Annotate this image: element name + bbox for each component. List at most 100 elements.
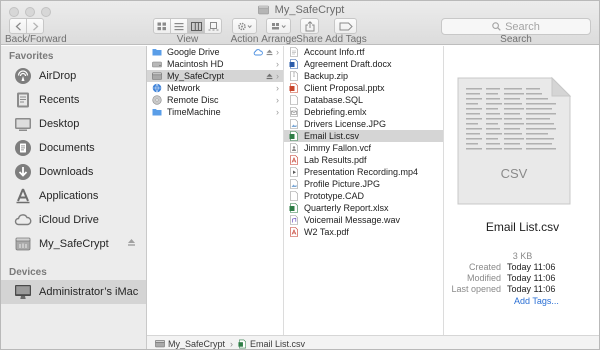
list-item-lab-results[interactable]: Lab Results.pdf xyxy=(284,154,443,166)
sidebar-item-desktop[interactable]: Desktop xyxy=(1,112,146,136)
column-locations: Google Drive › Macintosh HD › My_SafeCry… xyxy=(147,46,284,335)
sidebar-item-downloads[interactable]: Downloads xyxy=(1,160,146,184)
sidebar-item-applications[interactable]: Applications xyxy=(1,184,146,208)
list-item-debriefing[interactable]: Debriefing.emlx xyxy=(284,106,443,118)
downloads-icon xyxy=(13,162,33,182)
list-item-remote-disc[interactable]: Remote Disc › xyxy=(147,94,283,106)
chevron-right-icon: › xyxy=(276,107,279,117)
column-view-button[interactable] xyxy=(187,18,205,34)
list-item-label: Client Proposal.pptx xyxy=(304,83,385,93)
add-tags-label: Add Tags xyxy=(325,34,367,45)
list-item-label: Profile Picture.JPG xyxy=(304,179,381,189)
list-item-label: Prototype.CAD xyxy=(304,191,365,201)
add-tags-link[interactable]: Add Tags... xyxy=(514,296,559,306)
arrange-label: Arrange xyxy=(261,34,297,45)
path-segment-email-list[interactable]: Email List.csv xyxy=(238,339,305,349)
list-item-macintosh-hd[interactable]: Macintosh HD › xyxy=(147,58,283,70)
last-opened-row: Last opened Today 11:06 xyxy=(444,284,599,294)
list-item-backup-zip[interactable]: Backup.zip xyxy=(284,70,443,82)
folder-icon xyxy=(152,49,162,56)
search-field[interactable]: Search xyxy=(441,18,591,35)
back-button[interactable] xyxy=(9,18,27,34)
list-item-label: TimeMachine xyxy=(167,107,221,117)
list-item-label: Remote Disc xyxy=(167,95,219,105)
excel-file-icon xyxy=(238,339,246,348)
list-item-drivers-license[interactable]: Drivers License.JPG xyxy=(284,118,443,130)
icon-view-icon xyxy=(157,22,166,30)
forward-button[interactable] xyxy=(26,18,44,34)
image-file-icon xyxy=(290,119,298,129)
eject-icon[interactable] xyxy=(127,238,136,247)
icon-view-button[interactable] xyxy=(153,18,171,34)
chevron-right-icon: › xyxy=(276,47,279,57)
arrange-icon xyxy=(271,22,286,29)
file-icon xyxy=(290,191,298,201)
list-item-agreement-draft[interactable]: Agreement Draft.docx xyxy=(284,58,443,70)
list-item-quarterly-report[interactable]: Quarterly Report.xlsx xyxy=(284,202,443,214)
last-opened-value: Today 11:06 xyxy=(507,284,556,294)
sidebar-item-my-safecrypt[interactable]: My_SafeCrypt xyxy=(1,232,146,256)
image-file-icon xyxy=(290,179,298,189)
sidebar-item-documents[interactable]: Documents xyxy=(1,136,146,160)
eject-icon[interactable] xyxy=(266,73,273,80)
list-item-label: Quarterly Report.xlsx xyxy=(304,203,389,213)
list-item-label: Macintosh HD xyxy=(167,59,224,69)
arrange-button[interactable] xyxy=(266,18,291,34)
modified-row: Modified Today 11:06 xyxy=(444,273,599,283)
eject-icon[interactable] xyxy=(266,49,273,56)
list-item-network[interactable]: Network › xyxy=(147,82,283,94)
list-item-label: Email List.csv xyxy=(304,131,360,141)
sidebar-item-label: AirDrop xyxy=(39,70,77,82)
file-type-label: CSV xyxy=(500,166,528,181)
powerpoint-file-icon xyxy=(289,83,298,93)
list-item-account-info[interactable]: Account Info.rtf xyxy=(284,46,443,58)
list-item-presentation-recording[interactable]: Presentation Recording.mp4 xyxy=(284,166,443,178)
documents-icon xyxy=(13,138,33,158)
word-file-icon xyxy=(289,59,298,69)
list-item-timemachine[interactable]: TimeMachine › xyxy=(147,106,283,118)
sidebar-item-label: Desktop xyxy=(39,118,80,130)
list-item-w2-tax[interactable]: W2 Tax.pdf xyxy=(284,226,443,238)
sidebar-item-airdrop[interactable]: AirDrop xyxy=(1,64,146,88)
list-item-client-proposal[interactable]: Client Proposal.pptx xyxy=(284,82,443,94)
cloud-sync-icon xyxy=(253,48,263,55)
list-view-button[interactable] xyxy=(170,18,188,34)
contact-file-icon xyxy=(290,143,298,153)
finder-window: My_SafeCrypt Back/Forward View Action Ar… xyxy=(0,0,600,350)
list-item-prototype-cad[interactable]: Prototype.CAD xyxy=(284,190,443,202)
preview-file-size: 3 KB xyxy=(512,251,533,261)
audio-file-icon xyxy=(290,215,298,225)
excel-file-icon xyxy=(289,203,298,213)
list-item-voicemail-message[interactable]: Voicemail Message.wav xyxy=(284,214,443,226)
action-button[interactable] xyxy=(232,18,257,34)
list-item-label: Drivers License.JPG xyxy=(304,119,387,129)
list-item-email-list[interactable]: Email List.csv xyxy=(284,130,443,142)
preview-pane: CSV Email List.csv 3 KB Created Today 11… xyxy=(444,46,599,335)
list-item-my-safecrypt[interactable]: My_SafeCrypt › xyxy=(147,70,283,82)
list-item-database-sql[interactable]: Database.SQL xyxy=(284,94,443,106)
sidebar-item-icloud-drive[interactable]: iCloud Drive xyxy=(1,208,146,232)
pdf-file-icon xyxy=(290,227,298,237)
list-item-profile-picture[interactable]: Profile Picture.JPG xyxy=(284,178,443,190)
sidebar-item-recents[interactable]: Recents xyxy=(1,88,146,112)
disc-icon xyxy=(152,95,162,105)
list-item-label: Database.SQL xyxy=(304,95,364,105)
chevron-left-icon xyxy=(15,21,21,31)
view-label: View xyxy=(176,34,199,45)
chevron-right-icon: › xyxy=(276,83,279,93)
list-item-jimmy-fallon[interactable]: Jimmy Fallon.vcf xyxy=(284,142,443,154)
video-file-icon xyxy=(290,167,298,177)
sidebar-item-administrators-imac[interactable]: Administrator’s iMac xyxy=(1,280,146,304)
list-item-label: Agreement Draft.docx xyxy=(304,59,392,69)
recents-icon xyxy=(13,90,33,110)
list-item-google-drive[interactable]: Google Drive › xyxy=(147,46,283,58)
hard-drive-icon xyxy=(152,61,162,68)
path-segment-my-safecrypt[interactable]: My_SafeCrypt xyxy=(155,339,225,349)
excel-file-icon xyxy=(289,131,298,141)
gallery-view-button[interactable] xyxy=(204,18,222,34)
list-view-icon xyxy=(174,22,184,30)
share-button[interactable] xyxy=(300,18,319,34)
drive-icon xyxy=(257,5,269,15)
add-tags-button[interactable] xyxy=(334,18,357,34)
network-icon xyxy=(152,83,162,93)
